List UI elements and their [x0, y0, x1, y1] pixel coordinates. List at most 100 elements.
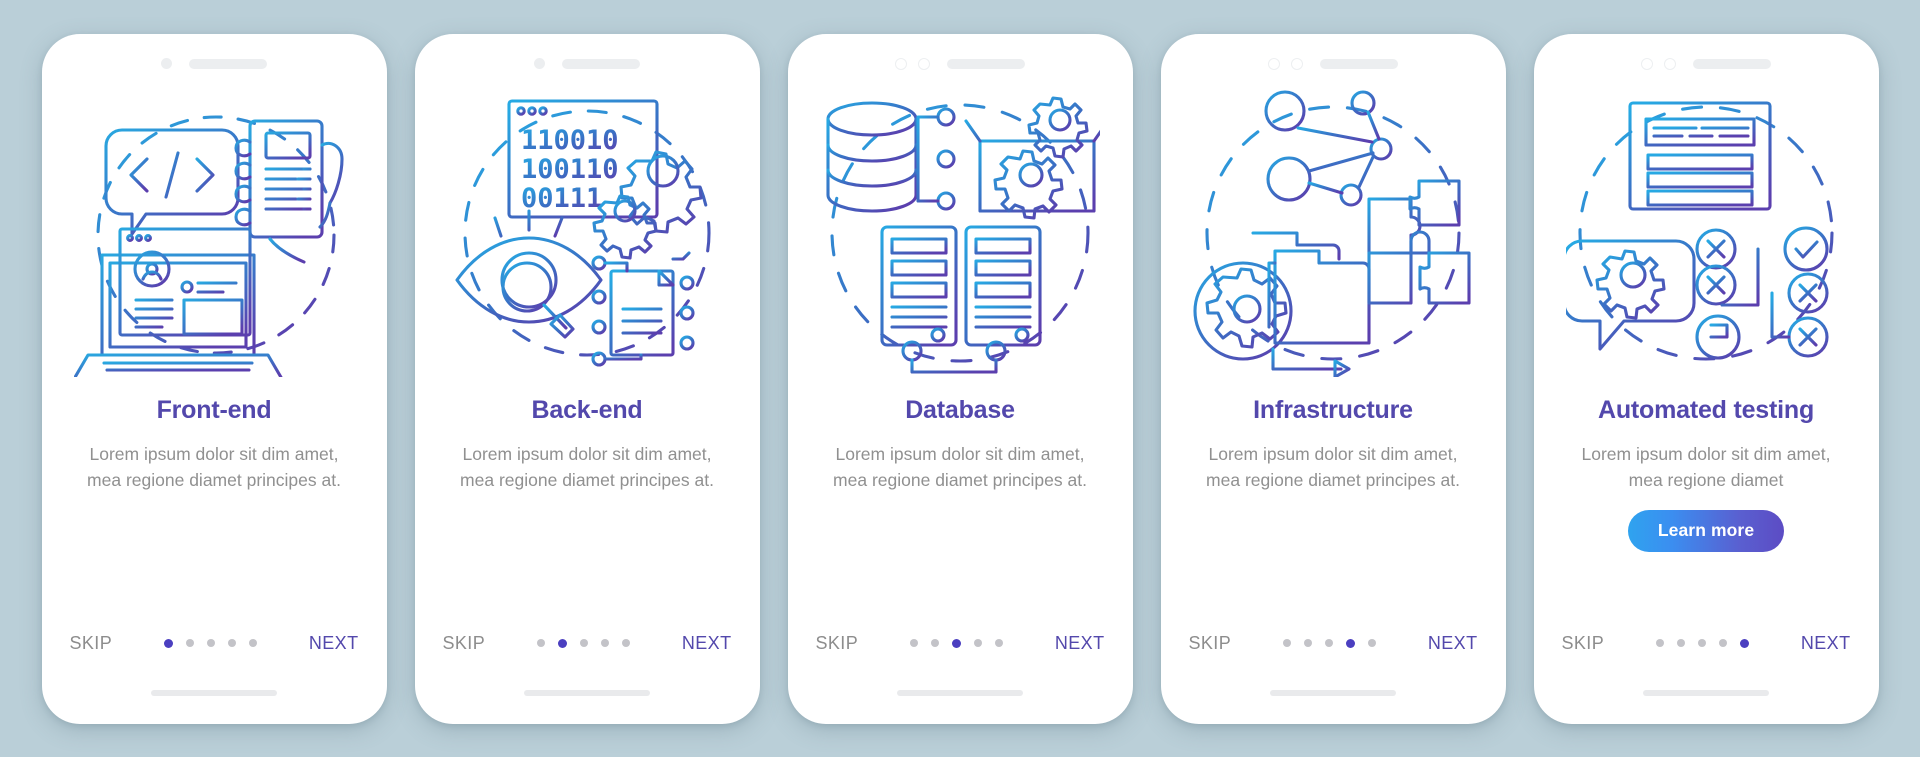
- pagination-dot[interactable]: [537, 639, 545, 647]
- home-indicator-area: [42, 662, 387, 724]
- onboarding-screen-database: Database Lorem ipsum dolor sit dim amet,…: [787, 33, 1133, 724]
- sensor-ring-icon: [1664, 57, 1676, 70]
- automated-testing-content: Automated testing Lorem ipsum dolor sit …: [1534, 382, 1879, 553]
- skip-button[interactable]: SKIP: [1562, 633, 1605, 654]
- front-end-content: Front-end Lorem ipsum dolor sit dim amet…: [42, 382, 387, 495]
- pagination-dot[interactable]: [974, 639, 982, 647]
- onboarding-screen-infrastructure: Infrastructure Lorem ipsum dolor sit dim…: [1160, 33, 1506, 724]
- pagination-dot[interactable]: [622, 639, 630, 647]
- speaker-bar-icon: [1320, 58, 1398, 69]
- phone-notch: [42, 34, 387, 80]
- page-title: Automated testing: [1597, 395, 1815, 424]
- pagination-dot[interactable]: [952, 638, 961, 648]
- pagination-dot[interactable]: [249, 639, 257, 647]
- binary-line-2: 100110: [521, 154, 619, 185]
- pagination-dot[interactable]: [1719, 639, 1727, 647]
- home-indicator-area: [1534, 662, 1879, 724]
- pagination-dot[interactable]: [1325, 639, 1333, 647]
- pagination-dot[interactable]: [186, 639, 194, 647]
- speaker-bar-icon: [189, 58, 267, 69]
- home-indicator-area: [788, 662, 1133, 724]
- speaker-bar-icon: [947, 58, 1025, 69]
- back-end-content: Back-end Lorem ipsum dolor sit dim amet,…: [415, 382, 760, 495]
- pagination-dot[interactable]: [1304, 639, 1312, 647]
- next-button[interactable]: NEXT: [682, 633, 732, 654]
- page-description: Lorem ipsum dolor sit dim amet, mea regi…: [87, 443, 341, 491]
- page-description: Lorem ipsum dolor sit dim amet, mea regi…: [460, 443, 714, 491]
- speaker-bar-icon: [1693, 58, 1771, 69]
- pagination-dot[interactable]: [1698, 639, 1706, 647]
- page-title: Back-end: [531, 395, 643, 424]
- pagination-dot[interactable]: [207, 639, 215, 647]
- pagination-dots: [910, 638, 1003, 648]
- phone-notch: [415, 34, 760, 80]
- onboarding-nav-database: SKIP NEXT: [788, 633, 1133, 654]
- phone-notch: [1534, 34, 1879, 80]
- pagination-dot[interactable]: [910, 639, 918, 647]
- pagination-dot[interactable]: [580, 639, 588, 647]
- next-button[interactable]: NEXT: [1055, 633, 1105, 654]
- page-description: Lorem ipsum dolor sit dim amet, mea regi…: [1206, 443, 1460, 491]
- onboarding-screen-front-end: Front-end Lorem ipsum dolor sit dim amet…: [41, 33, 387, 724]
- infrastructure-illustration: [1161, 82, 1506, 382]
- sensor-ring-icon: [1291, 57, 1303, 70]
- pagination-dot[interactable]: [1283, 639, 1291, 647]
- learn-more-button[interactable]: Learn more: [1627, 510, 1785, 553]
- pagination-dot[interactable]: [164, 638, 173, 648]
- skip-button[interactable]: SKIP: [1189, 633, 1232, 654]
- binary-line-1: 110010: [521, 125, 619, 156]
- onboarding-nav-back-end: SKIP NEXT: [415, 633, 760, 654]
- pagination-dot[interactable]: [228, 639, 236, 647]
- home-indicator[interactable]: [151, 689, 277, 696]
- pagination-dot[interactable]: [1368, 639, 1376, 647]
- next-button[interactable]: NEXT: [1801, 633, 1851, 654]
- camera-ring-icon: [1268, 57, 1280, 70]
- camera-dot-icon: [161, 58, 172, 69]
- speaker-bar-icon: [562, 58, 640, 69]
- pagination-dot[interactable]: [601, 639, 609, 647]
- next-button[interactable]: NEXT: [309, 633, 359, 654]
- sensor-ring-icon: [918, 57, 930, 70]
- onboarding-screens-row: Front-end Lorem ipsum dolor sit dim amet…: [0, 0, 1920, 757]
- camera-ring-icon: [895, 57, 907, 70]
- home-indicator[interactable]: [1643, 689, 1769, 696]
- page-title: Front-end: [156, 395, 272, 424]
- phone-notch: [1161, 34, 1506, 80]
- pagination-dot[interactable]: [931, 639, 939, 647]
- back-end-illustration: 110010 100110 00111: [415, 82, 760, 382]
- skip-button[interactable]: SKIP: [70, 633, 113, 654]
- home-indicator[interactable]: [524, 689, 650, 696]
- front-end-illustration: [42, 82, 387, 382]
- page-title: Database: [905, 395, 1015, 424]
- home-indicator-area: [1161, 662, 1506, 724]
- pagination-dots: [1283, 638, 1376, 648]
- onboarding-nav-infrastructure: SKIP NEXT: [1161, 633, 1506, 654]
- infrastructure-content: Infrastructure Lorem ipsum dolor sit dim…: [1161, 382, 1506, 495]
- camera-ring-icon: [1641, 57, 1653, 70]
- database-illustration: [788, 82, 1133, 382]
- onboarding-screen-back-end: 110010 100110 00111 Back-end Lorem ipsum…: [414, 33, 760, 724]
- pagination-dot[interactable]: [1346, 638, 1355, 648]
- binary-line-3: 00111: [521, 183, 602, 214]
- page-description: Lorem ipsum dolor sit dim amet, mea regi…: [833, 443, 1087, 491]
- pagination-dots: [537, 638, 630, 648]
- skip-button[interactable]: SKIP: [816, 633, 859, 654]
- pagination-dot[interactable]: [1677, 639, 1685, 647]
- home-indicator[interactable]: [1270, 689, 1396, 696]
- onboarding-nav-automated-testing: SKIP NEXT: [1534, 633, 1879, 654]
- pagination-dots: [164, 638, 257, 648]
- next-button[interactable]: NEXT: [1428, 633, 1478, 654]
- pagination-dots: [1656, 638, 1749, 648]
- automated-testing-illustration: [1534, 82, 1879, 382]
- page-description: Lorem ipsum dolor sit dim amet, mea regi…: [1581, 443, 1831, 491]
- onboarding-screen-automated-testing: Automated testing Lorem ipsum dolor sit …: [1533, 33, 1879, 724]
- skip-button[interactable]: SKIP: [443, 633, 486, 654]
- home-indicator[interactable]: [897, 689, 1023, 696]
- pagination-dot[interactable]: [1740, 638, 1749, 648]
- camera-dot-icon: [534, 58, 545, 69]
- onboarding-nav-front-end: SKIP NEXT: [42, 633, 387, 654]
- pagination-dot[interactable]: [1656, 639, 1664, 647]
- pagination-dot[interactable]: [558, 638, 567, 648]
- phone-notch: [788, 34, 1133, 80]
- pagination-dot[interactable]: [995, 639, 1003, 647]
